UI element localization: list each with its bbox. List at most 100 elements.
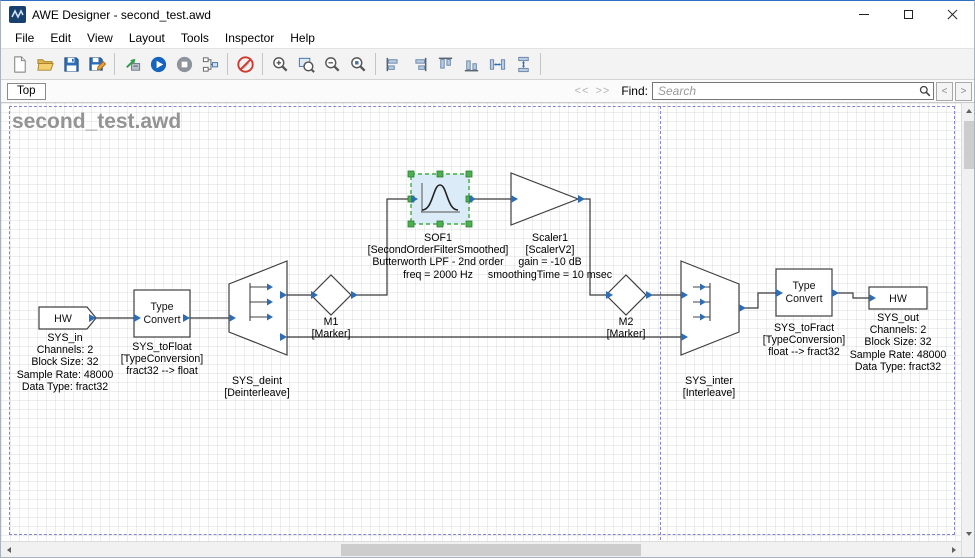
scroll-right-icon bbox=[952, 547, 956, 553]
zoom-out-icon bbox=[323, 55, 342, 74]
align-left-button[interactable] bbox=[380, 51, 406, 77]
sys-out-caption: SYS_outChannels: 2 Block Size: 32Sample … bbox=[850, 312, 947, 373]
align-bottom-icon bbox=[462, 55, 481, 74]
scroll-right-button[interactable] bbox=[946, 542, 961, 558]
nav-forward-button[interactable]: >> bbox=[595, 85, 610, 97]
design-canvas[interactable]: second_test.awd bbox=[1, 103, 961, 541]
wire[interactable] bbox=[739, 293, 776, 308]
no-highlight-icon bbox=[236, 55, 255, 74]
toolbar bbox=[1, 48, 974, 80]
align-bottom-button[interactable] bbox=[458, 51, 484, 77]
zoom-fit-button[interactable] bbox=[293, 51, 319, 77]
horizontal-scrollbar[interactable] bbox=[1, 541, 961, 557]
app-window: AWE Designer - second_test.awd File Edit… bbox=[0, 0, 975, 558]
sys-in-shape-label: HW bbox=[54, 313, 72, 325]
menu-layout[interactable]: Layout bbox=[121, 29, 173, 47]
zoom-in-button[interactable] bbox=[267, 51, 293, 77]
menu-tools[interactable]: Tools bbox=[173, 29, 217, 47]
tab-top[interactable]: Top bbox=[7, 83, 46, 100]
propagate-icon bbox=[201, 55, 220, 74]
align-top-button[interactable] bbox=[432, 51, 458, 77]
scroll-left-icon bbox=[7, 547, 11, 553]
sys-out-shape-label: HW bbox=[889, 293, 907, 305]
close-button[interactable] bbox=[930, 1, 974, 28]
m1-caption: M1[Marker] bbox=[312, 316, 351, 340]
scroll-down-button[interactable] bbox=[962, 526, 975, 541]
toolbar-separator bbox=[227, 53, 228, 75]
save-as-icon bbox=[88, 55, 107, 74]
sys-inter-caption: SYS_inter[Interleave] bbox=[683, 375, 735, 399]
distribute-vertical-button[interactable] bbox=[510, 51, 536, 77]
menu-inspector[interactable]: Inspector bbox=[217, 29, 282, 47]
stop-icon bbox=[175, 55, 194, 74]
minimize-icon bbox=[859, 14, 869, 15]
no-highlight-button[interactable] bbox=[232, 51, 258, 77]
find-box bbox=[652, 82, 934, 100]
sys-in-caption: SYS_inChannels: 2 Block Size: 32Sample R… bbox=[17, 332, 114, 393]
scroll-left-button[interactable] bbox=[1, 542, 16, 558]
find-next-button[interactable]: > bbox=[955, 82, 972, 101]
scroll-up-button[interactable] bbox=[962, 103, 975, 118]
menu-bar: File Edit View Layout Tools Inspector He… bbox=[1, 28, 974, 48]
open-folder-icon bbox=[36, 55, 55, 74]
new-design-button[interactable] bbox=[6, 51, 32, 77]
sys-tofract-label-1: Type bbox=[793, 280, 816, 292]
save-icon bbox=[62, 55, 81, 74]
zoom-actual-button[interactable] bbox=[345, 51, 371, 77]
new-design-icon bbox=[10, 55, 29, 74]
scrollbar-corner bbox=[961, 541, 974, 557]
sys-tofract-caption: SYS_toFract[TypeConversion] float --> fr… bbox=[763, 322, 845, 359]
sys-tofract-label-2: Convert bbox=[785, 293, 822, 305]
toolbar-separator bbox=[114, 53, 115, 75]
scroll-up-icon bbox=[966, 109, 972, 113]
toolbar-separator bbox=[375, 53, 376, 75]
find-previous-button[interactable]: < bbox=[936, 82, 953, 101]
close-icon bbox=[947, 9, 958, 20]
toolbar-separator bbox=[540, 53, 541, 75]
scroll-down-icon bbox=[966, 532, 972, 536]
find-label: Find: bbox=[621, 84, 648, 98]
menu-file[interactable]: File bbox=[7, 29, 42, 47]
save-button[interactable] bbox=[58, 51, 84, 77]
zoom-out-button[interactable] bbox=[319, 51, 345, 77]
minimize-button[interactable] bbox=[842, 1, 886, 28]
menu-help[interactable]: Help bbox=[282, 29, 323, 47]
align-top-icon bbox=[436, 55, 455, 74]
nav-back-button[interactable]: << bbox=[575, 85, 590, 97]
align-right-button[interactable] bbox=[406, 51, 432, 77]
vertical-scrollbar[interactable] bbox=[961, 103, 974, 541]
block-sof1[interactable] bbox=[411, 174, 469, 224]
propagate-button[interactable] bbox=[197, 51, 223, 77]
run-button[interactable] bbox=[145, 51, 171, 77]
m2-caption: M2[Marker] bbox=[607, 316, 646, 340]
block-scaler1[interactable] bbox=[511, 173, 578, 225]
align-right-icon bbox=[410, 55, 429, 74]
sys-tofloat-label-1: Type bbox=[151, 301, 174, 313]
tab-strip: Top << >> Find: < > bbox=[1, 80, 974, 103]
horizontal-scrollbar-thumb[interactable] bbox=[341, 544, 641, 556]
zoom-actual-icon bbox=[349, 55, 368, 74]
connect-target-icon bbox=[123, 55, 142, 74]
title-bar: AWE Designer - second_test.awd bbox=[1, 1, 974, 28]
window-title: AWE Designer - second_test.awd bbox=[32, 8, 211, 22]
menu-view[interactable]: View bbox=[79, 29, 121, 47]
app-logo-icon bbox=[9, 6, 26, 23]
zoom-fit-icon bbox=[297, 55, 316, 74]
save-as-button[interactable] bbox=[84, 51, 110, 77]
maximize-icon bbox=[904, 10, 913, 19]
search-icon[interactable] bbox=[919, 85, 931, 97]
connect-target-button[interactable] bbox=[119, 51, 145, 77]
sys-tofloat-caption: SYS_toFloat[TypeConversion] fract32 --> … bbox=[121, 341, 203, 378]
block-sys-deint[interactable] bbox=[229, 261, 287, 355]
menu-edit[interactable]: Edit bbox=[42, 29, 79, 47]
toolbar-separator bbox=[262, 53, 263, 75]
maximize-button[interactable] bbox=[886, 1, 930, 28]
distribute-horizontal-button[interactable] bbox=[484, 51, 510, 77]
distribute-vertical-icon bbox=[514, 55, 533, 74]
search-input[interactable] bbox=[652, 82, 934, 100]
open-button[interactable] bbox=[32, 51, 58, 77]
vertical-scrollbar-thumb[interactable] bbox=[964, 121, 974, 169]
stop-button[interactable] bbox=[171, 51, 197, 77]
run-icon bbox=[149, 55, 168, 74]
sys-deint-caption: SYS_deint[Deinterleave] bbox=[224, 375, 289, 399]
